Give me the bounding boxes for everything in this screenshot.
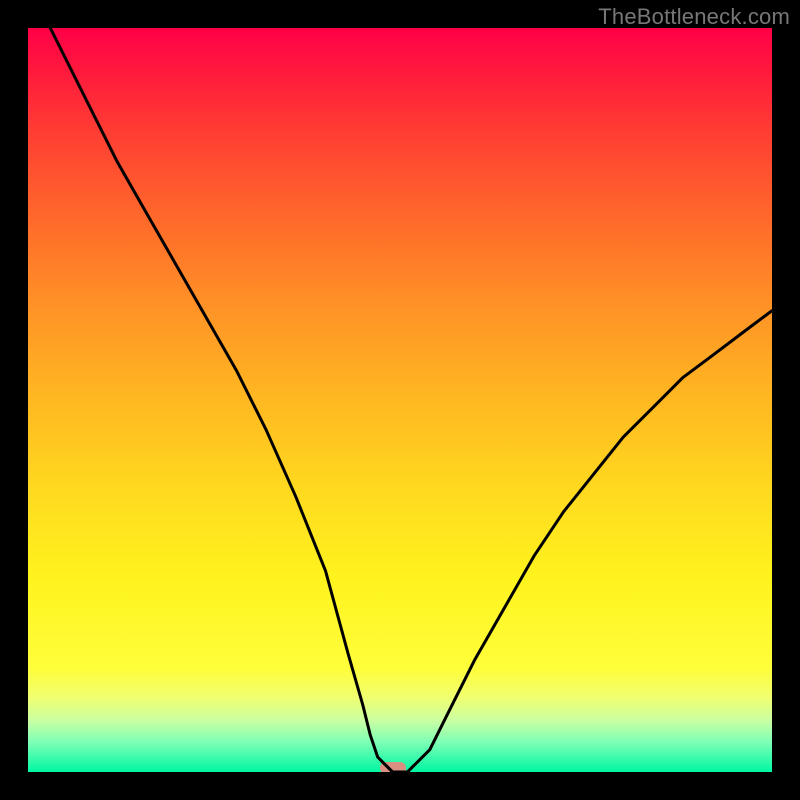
chart-frame: TheBottleneck.com bbox=[0, 0, 800, 800]
curve-svg bbox=[28, 28, 772, 772]
plot-area bbox=[28, 28, 772, 772]
watermark-label: TheBottleneck.com bbox=[598, 4, 790, 30]
bottleneck-curve bbox=[50, 28, 772, 772]
